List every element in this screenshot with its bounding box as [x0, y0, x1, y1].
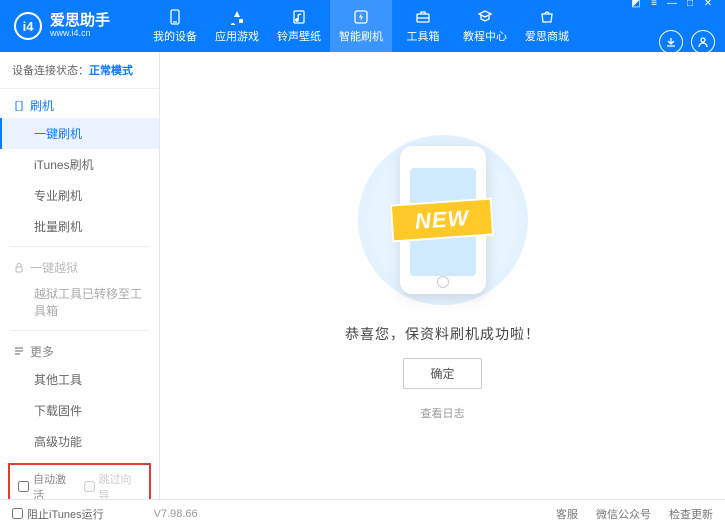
options-highlighted: 自动激活 跳过向导 [8, 463, 151, 499]
apps-icon [228, 8, 246, 26]
sidebar-item-itunes[interactable]: iTunes刷机 [0, 149, 159, 180]
close-button[interactable]: ✕ [701, 0, 715, 8]
list-icon [14, 346, 24, 356]
logo-icon: i4 [14, 12, 42, 40]
footer: 阻止iTunes运行 V7.98.66 客服 微信公众号 检查更新 [0, 499, 725, 527]
checkbox-block-itunes[interactable]: 阻止iTunes运行 [12, 506, 104, 522]
nav-toolbox[interactable]: 工具箱 [392, 0, 454, 52]
sidebar-item-advanced[interactable]: 高级功能 [0, 426, 159, 457]
sidebar-item-batch[interactable]: 批量刷机 [0, 211, 159, 242]
maximize-button[interactable]: □ [683, 0, 697, 8]
sidebar: 设备连接状态：正常模式 刷机 一键刷机 iTunes刷机 专业刷机 批量刷机 一… [0, 52, 160, 499]
section-jailbreak: 一键越狱 [0, 251, 159, 280]
checkbox-skip-guide[interactable]: 跳过向导 [84, 471, 142, 499]
store-icon [538, 8, 556, 26]
device-icon [166, 8, 184, 26]
minimize-button[interactable]: — [665, 0, 679, 8]
flash-icon [352, 8, 370, 26]
toolbox-icon [414, 8, 432, 26]
app-title: 爱思助手 [50, 13, 110, 30]
nav-apps[interactable]: 应用游戏 [206, 0, 268, 52]
section-more[interactable]: 更多 [0, 335, 159, 364]
nav-tutorial[interactable]: 教程中心 [454, 0, 516, 52]
view-log-link[interactable]: 查看日志 [421, 405, 465, 421]
nav-flash[interactable]: 智能刷机 [330, 0, 392, 52]
ok-button[interactable]: 确定 [403, 358, 481, 389]
phone-icon [14, 101, 24, 111]
footer-wechat[interactable]: 微信公众号 [596, 506, 651, 522]
top-nav: 我的设备 应用游戏 铃声壁纸 智能刷机 工具箱 教程中心 爱思商城 [144, 0, 578, 52]
success-message: 恭喜您，保资料刷机成功啦！ [345, 324, 540, 344]
user-button[interactable] [691, 30, 715, 54]
sidebar-item-pro[interactable]: 专业刷机 [0, 180, 159, 211]
sidebar-item-download-fw[interactable]: 下载固件 [0, 395, 159, 426]
checkbox-auto-activate[interactable]: 自动激活 [18, 471, 76, 499]
download-button[interactable] [659, 30, 683, 54]
new-ribbon: NEW [390, 197, 495, 242]
menu-icon[interactable]: ≡ [647, 0, 661, 8]
nav-store[interactable]: 爱思商城 [516, 0, 578, 52]
main-content: NEW 恭喜您，保资料刷机成功啦！ 确定 查看日志 [160, 52, 725, 499]
lock-icon [14, 263, 24, 273]
titlebar: i4 爱思助手 www.i4.cn 我的设备 应用游戏 铃声壁纸 智能刷机 工具… [0, 0, 725, 52]
nav-my-device[interactable]: 我的设备 [144, 0, 206, 52]
footer-support[interactable]: 客服 [556, 506, 578, 522]
version-label: V7.98.66 [154, 508, 198, 520]
sidebar-item-oneclick[interactable]: 一键刷机 [0, 118, 159, 149]
app-logo: i4 爱思助手 www.i4.cn [0, 12, 124, 40]
nav-ringtone[interactable]: 铃声壁纸 [268, 0, 330, 52]
tutorial-icon [476, 8, 494, 26]
connection-status: 设备连接状态：正常模式 [0, 52, 159, 89]
footer-check-update[interactable]: 检查更新 [669, 506, 713, 522]
app-subtitle: www.i4.cn [50, 29, 110, 39]
music-icon [290, 8, 308, 26]
sidebar-item-other-tools[interactable]: 其他工具 [0, 364, 159, 395]
skin-icon[interactable]: ◩ [629, 0, 643, 8]
window-controls: ◩ ≡ — □ ✕ [629, 0, 715, 8]
success-illustration: NEW [343, 130, 543, 310]
section-flash[interactable]: 刷机 [0, 89, 159, 118]
sidebar-item-jailbreak-moved: 越狱工具已转移至工具箱 [0, 280, 159, 326]
